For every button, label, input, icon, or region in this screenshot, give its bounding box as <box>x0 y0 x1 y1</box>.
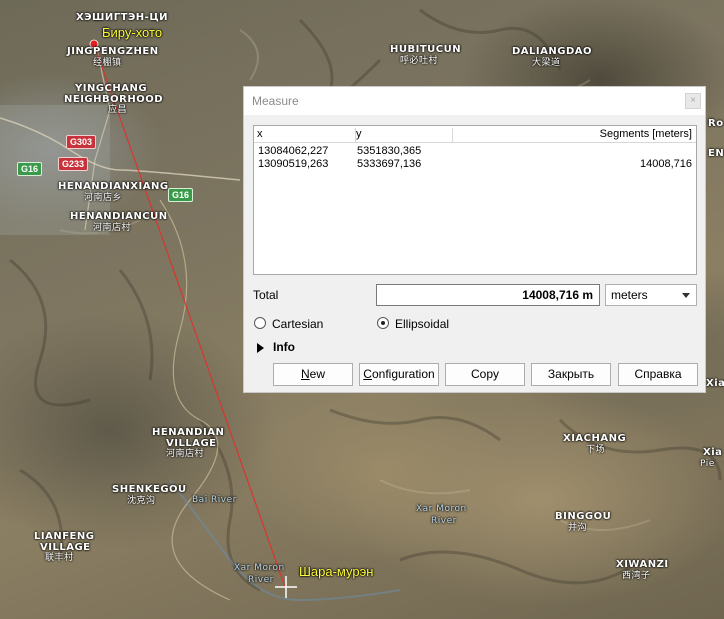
column-header-x[interactable]: x <box>254 128 356 142</box>
place-label: VILLAGE <box>40 542 91 553</box>
river-label: River <box>431 516 457 526</box>
place-label: BINGGOU <box>555 511 612 522</box>
place-label: 下场 <box>586 445 606 455</box>
edge-label: Xia <box>703 447 723 458</box>
edge-label: EN <box>708 148 724 159</box>
close-icon[interactable]: × <box>685 93 701 109</box>
place-label: 西湾子 <box>622 571 651 581</box>
configuration-button-mnemonic: C <box>363 367 372 381</box>
configuration-button-label: onfiguration <box>371 367 435 381</box>
measurements-table[interactable]: x y Segments [meters] 13084062,227 53518… <box>253 125 697 275</box>
column-header-y[interactable]: y <box>356 128 453 142</box>
radio-selected-dot-icon <box>381 321 385 325</box>
place-label: 并沟 <box>568 523 588 533</box>
table-row[interactable]: 13084062,227 5351830,365 <box>254 145 696 158</box>
place-label: XIACHANG <box>563 433 627 444</box>
place-label: 河南店村 <box>93 223 132 233</box>
place-label: 河南店乡 <box>84 193 123 203</box>
radio-ellipsoidal-label: Ellipsoidal <box>395 317 450 331</box>
road-shield-g303: G303 <box>66 135 97 149</box>
dialog-titlebar[interactable]: Measure × <box>244 87 705 115</box>
place-label: XIWANZI <box>616 559 669 570</box>
table-row[interactable]: 13090519,263 5333697,136 14008,716 <box>254 158 696 171</box>
table-header: x y Segments [meters] <box>254 126 696 143</box>
total-row: Total 14008,716 m meters <box>253 284 698 306</box>
info-label: Info <box>273 340 295 354</box>
place-label: DALIANGDAO <box>512 46 592 57</box>
marker-label-end: Шара-мурэн <box>299 564 374 579</box>
river-label: Xar Moron <box>416 504 467 514</box>
unit-select[interactable]: meters <box>605 284 697 306</box>
total-label: Total <box>253 288 279 302</box>
road-shield-g16: G16 <box>168 188 194 202</box>
radio-ellipsoidal[interactable]: Ellipsoidal <box>377 316 467 332</box>
place-label: 应昌 <box>108 105 128 115</box>
unit-select-value: meters <box>611 288 648 302</box>
place-label: 经棚镇 <box>93 58 122 68</box>
radio-cartesian[interactable]: Cartesian <box>254 316 334 332</box>
place-label: HENANDIANCUN <box>70 211 168 222</box>
radio-cartesian-label: Cartesian <box>272 317 324 331</box>
place-label: 联丰村 <box>45 553 74 563</box>
place-label: 呼必吐村 <box>400 56 439 66</box>
place-label: VILLAGE <box>166 438 217 449</box>
help-button[interactable]: Справка <box>618 363 698 386</box>
place-label: HENANDIAN <box>152 427 225 438</box>
road-shield-g233: G233 <box>58 157 89 171</box>
measure-dialog[interactable]: Measure × x y Segments [meters] 13084062… <box>243 86 706 393</box>
place-label: 大梁道 <box>532 58 561 68</box>
place-label: SHENKEGOU <box>112 484 187 495</box>
place-label: NEIGHBORHOOD <box>64 94 163 105</box>
edge-label: Xiao <box>706 378 724 389</box>
place-label: ХЭШИГТЭН-ЦИ <box>76 12 168 23</box>
river-label: Xar Moron <box>234 563 285 573</box>
place-label: JINGPENGZHEN <box>67 46 159 57</box>
crosshair-icon <box>275 576 297 598</box>
total-field[interactable]: 14008,716 m <box>376 284 600 306</box>
river-label: Bai River <box>192 495 237 505</box>
river-label: River <box>248 575 274 585</box>
copy-button[interactable]: Copy <box>445 363 525 386</box>
chevron-down-icon <box>682 293 690 298</box>
triangle-right-icon <box>257 343 264 353</box>
cell-y: 5333697,136 <box>357 158 422 170</box>
cell-x: 13084062,227 <box>258 145 329 157</box>
radio-circle-icon <box>254 317 266 329</box>
configuration-button[interactable]: Configuration <box>359 363 439 386</box>
marker-label-start: Биру-хото <box>102 25 163 40</box>
road-shield-g16: G16 <box>17 162 43 176</box>
column-header-segments[interactable]: Segments [meters] <box>454 128 692 142</box>
cell-x: 13090519,263 <box>258 158 329 170</box>
place-label: LIANFENG <box>34 531 95 542</box>
new-button-label: ew <box>309 367 325 381</box>
place-label: 河南店村 <box>166 449 205 459</box>
place-label: YINGCHANG <box>75 83 148 94</box>
radio-circle-icon <box>377 317 389 329</box>
new-button-mnemonic: N <box>300 367 310 381</box>
cell-segment: 14008,716 <box>640 158 692 170</box>
place-label: HENANDIANXIANG <box>58 181 169 192</box>
cell-y: 5351830,365 <box>357 145 422 157</box>
close-button[interactable]: Закрыть <box>531 363 611 386</box>
dialog-title: Measure <box>252 94 299 108</box>
edge-label: Ro <box>708 118 724 129</box>
place-label: 沈克沟 <box>127 496 156 506</box>
edge-label: Pie <box>700 459 715 469</box>
new-button[interactable]: New <box>273 363 353 386</box>
place-label: HUBITUCUN <box>390 44 462 55</box>
